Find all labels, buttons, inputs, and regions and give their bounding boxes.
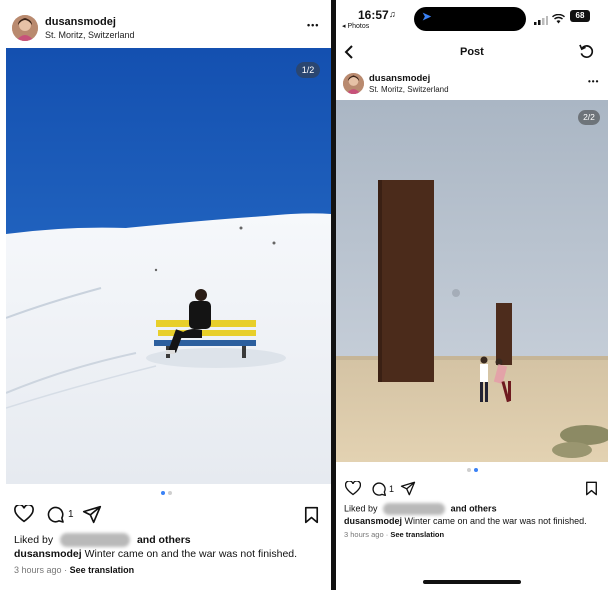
redacted-username-blur: [383, 503, 446, 515]
post-timestamp: 3 hours ago: [14, 565, 62, 575]
avatar[interactable]: [12, 15, 38, 41]
post-photo-snow-bench[interactable]: 1/2: [6, 48, 331, 484]
like-heart-icon[interactable]: [14, 505, 34, 523]
left-post-screenshot: dusansmodej St. Moritz, Switzerland •••: [0, 0, 331, 590]
liked-others[interactable]: and others: [451, 503, 497, 513]
comment-count: 1: [389, 484, 395, 494]
like-heart-icon[interactable]: [345, 481, 361, 496]
comment-count: 1: [68, 509, 74, 520]
carousel-dot-active: [474, 468, 478, 472]
home-indicator[interactable]: [423, 580, 521, 584]
meta-separator: ·: [64, 565, 68, 575]
carousel-dots: [161, 491, 172, 495]
caption-line: dusansmodej Winter came on and the war w…: [344, 516, 587, 526]
back-to-photos-link[interactable]: ◂ Photos: [342, 22, 369, 30]
post-username[interactable]: dusansmodej: [369, 73, 430, 84]
more-options-icon[interactable]: •••: [588, 77, 599, 86]
navigation-arrow-icon: ➤: [422, 11, 432, 23]
nav-title: Post: [460, 46, 484, 58]
caption-username[interactable]: dusansmodej: [14, 548, 82, 560]
status-time: 16:57: [358, 8, 389, 22]
photo-counter-badge: 2/2: [578, 110, 600, 125]
photo-counter-badge: 1/2: [296, 62, 320, 78]
back-chevron-icon[interactable]: [344, 44, 354, 65]
save-bookmark-icon[interactable]: [585, 481, 598, 496]
share-send-icon[interactable]: [400, 481, 416, 496]
caption-line: dusansmodej Winter came on and the war w…: [14, 548, 297, 560]
caption-text: Winter came on and the war was not finis…: [84, 548, 298, 560]
desert-sculpture-image: [336, 100, 608, 462]
ios-status-bar: 16:57 ♫ ◂ Photos ➤ 68: [336, 0, 608, 40]
profile-photo-icon: [343, 73, 364, 94]
liked-by-line: Liked by and others: [344, 503, 497, 515]
save-bookmark-icon[interactable]: [304, 506, 319, 524]
refresh-icon[interactable]: [579, 44, 594, 64]
liked-others[interactable]: and others: [137, 534, 191, 546]
more-options-icon[interactable]: •••: [307, 20, 319, 30]
post-username[interactable]: dusansmodej: [45, 16, 116, 28]
redacted-username-blur: [60, 533, 131, 547]
post-timestamp: 3 hours ago: [344, 530, 384, 539]
battery-indicator: 68: [570, 10, 590, 22]
carousel-dot: [467, 468, 471, 472]
see-translation-link[interactable]: See translation: [390, 530, 444, 539]
post-photo-desert-sculpture[interactable]: 2/2: [336, 100, 608, 462]
share-send-icon[interactable]: [82, 505, 102, 524]
post-location[interactable]: St. Moritz, Switzerland: [45, 30, 135, 40]
meta-line: 3 hours ago · See translation: [14, 565, 134, 575]
meta-line: 3 hours ago · See translation: [344, 530, 444, 539]
dynamic-island: ➤: [414, 7, 526, 31]
caption-text: Winter came on and the war was not finis…: [404, 516, 587, 526]
profile-photo-icon: [12, 15, 38, 41]
right-post-screenshot: 16:57 ♫ ◂ Photos ➤ 68 Post dusansmodej S…: [336, 0, 608, 590]
carousel-dot-active: [161, 491, 165, 495]
liked-prefix: Liked by: [344, 503, 378, 514]
caption-username[interactable]: dusansmodej: [344, 516, 402, 526]
meta-separator: ·: [385, 530, 389, 539]
post-location[interactable]: St. Moritz, Switzerland: [369, 85, 449, 94]
avatar[interactable]: [343, 73, 364, 94]
carousel-dots: [467, 468, 478, 472]
mute-bell-icon: ♫: [389, 9, 396, 19]
liked-prefix: Liked by: [14, 533, 54, 546]
comment-icon[interactable]: [46, 505, 65, 524]
snow-landscape-image: [6, 48, 331, 484]
signal-icon: [534, 12, 548, 25]
liked-by-line: Liked by and others: [14, 533, 191, 547]
see-translation-link[interactable]: See translation: [70, 565, 135, 575]
carousel-dot: [168, 491, 172, 495]
wifi-icon: [552, 11, 565, 29]
comment-icon[interactable]: [371, 481, 387, 497]
